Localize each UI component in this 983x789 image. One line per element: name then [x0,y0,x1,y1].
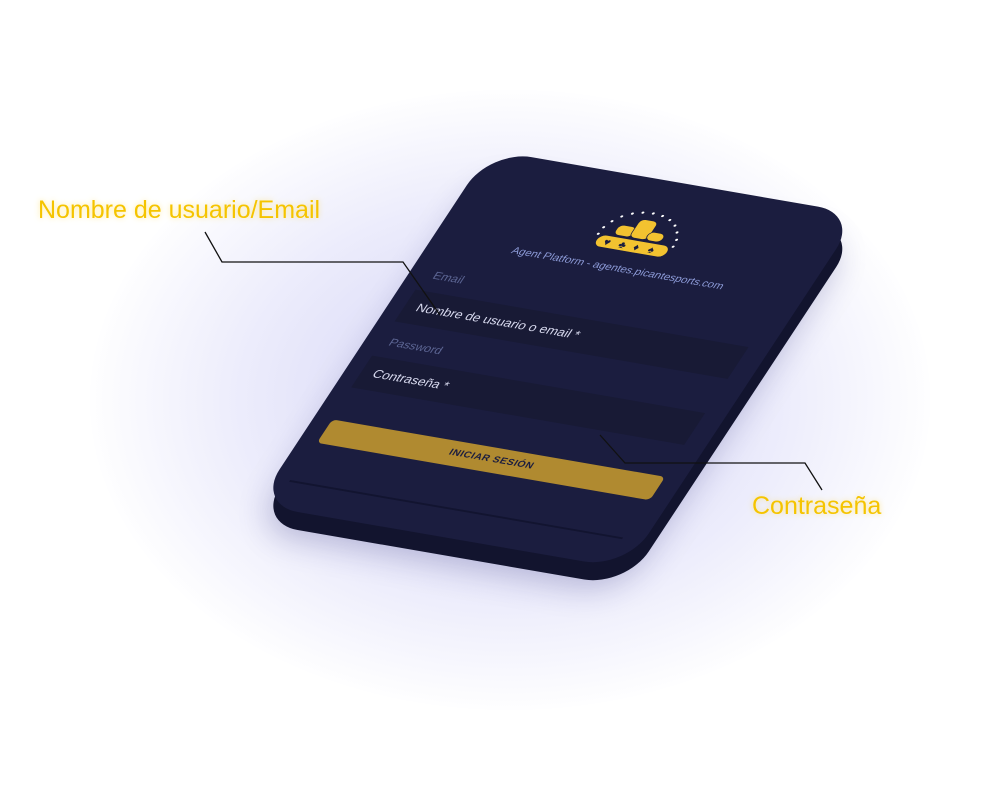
username-callout: Nombre de usuario/Email [38,196,321,224]
callout-lines [204,231,823,491]
password-callout: Contraseña [752,492,882,520]
username-callout-line [204,231,441,316]
password-callout-line [599,434,823,491]
